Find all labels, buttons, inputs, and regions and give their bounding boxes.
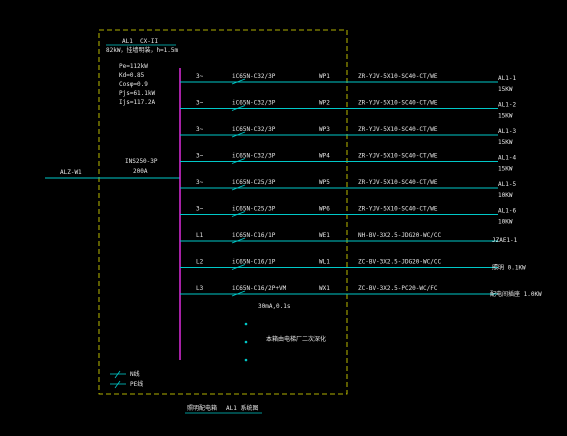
- circuit-power: 15KW: [498, 166, 513, 173]
- circuit-row: [180, 211, 498, 217]
- param-ijs: Ijs=117.2A: [119, 99, 156, 106]
- spare-dot: [244, 322, 248, 326]
- circuit-id: WP2: [319, 100, 330, 107]
- legend: N线 PE线: [110, 370, 143, 389]
- circuit-cable: ZC-BV-3X2.5-PC20-WC/FC: [358, 285, 438, 292]
- circuit-id: WP6: [319, 206, 330, 213]
- circuit-row: [180, 131, 498, 138]
- legend-pe-label: PE线: [130, 380, 143, 388]
- circuit-load: AL1-2: [498, 102, 516, 109]
- footer-left: 照明配电箱: [187, 404, 217, 412]
- circuit-breaker: iC65N-C16/1P: [232, 232, 276, 239]
- circuit-rcd: 30mA,0.1s: [258, 303, 291, 310]
- circuit-cable: ZR-YJV-5X10-SC40-CT/WE: [358, 73, 438, 80]
- circuit-row: [180, 78, 498, 85]
- circuit-phase: L1: [196, 232, 204, 239]
- circuit-id: WP1: [319, 73, 330, 80]
- circuit-row: [180, 105, 498, 111]
- param-cos: Cosφ=0.9: [119, 81, 148, 88]
- circuit-cable: ZC-BV-3X2.5-JDG20-WC/CC: [358, 259, 441, 266]
- main-breaker-model: INS250-3P: [125, 158, 158, 165]
- circuit-id: WP4: [319, 153, 330, 160]
- circuit-load: AL1-3: [498, 128, 516, 135]
- circuit-load: JZAE1-1: [492, 237, 518, 244]
- circuit-load: AL1-1: [498, 75, 516, 82]
- diagram-canvas: AL1 CX-II 82kW，挂墙明装，h=1.5m Pe=112kW Kd=0…: [45, 29, 542, 414]
- circuit-breaker: iC65N-C16/2P+VM: [232, 285, 287, 292]
- circuit-power: 10KW: [498, 219, 513, 226]
- circuit-breaker: iC65N-C32/3P: [232, 73, 276, 80]
- circuit-load: 照明 0.1KW: [492, 265, 526, 272]
- circuit-power: 15KW: [498, 139, 513, 146]
- legend-n-tick: [114, 370, 121, 379]
- circuit-load: AL1-5: [498, 181, 516, 188]
- circuit-phase: 3~: [196, 206, 204, 213]
- circuit-phase: 3~: [196, 100, 204, 107]
- param-pe: Pe=112kW: [119, 63, 148, 70]
- circuit-breaker: iC65N-C32/3P: [232, 126, 276, 133]
- circuit-id: WP3: [319, 126, 330, 133]
- circuit-cable: ZR-YJV-5X10-SC40-CT/WE: [358, 153, 438, 160]
- param-pjs: Pjs=61.1kW: [119, 90, 156, 97]
- circuit-cable: ZR-YJV-5X10-SC40-CT/WE: [358, 206, 438, 213]
- circuit-row: [180, 264, 498, 270]
- circuit-phase: L2: [196, 259, 204, 266]
- spare-dot: [244, 358, 248, 362]
- incoming-cable-label: ALZ-W1: [60, 169, 82, 176]
- circuit-phase: L3: [196, 285, 204, 292]
- panel-title-left: AL1: [122, 38, 133, 45]
- circuit-phase: 3~: [196, 126, 204, 133]
- circuit-phase: 3~: [196, 153, 204, 160]
- circuit-id: WL1: [319, 259, 330, 266]
- circuit-cable: NH-BV-3X2.5-JDG20-WC/CC: [358, 232, 441, 239]
- circuit-phase: 3~: [196, 179, 204, 186]
- panel-subtitle: 82kW，挂墙明装，h=1.5m: [106, 46, 179, 54]
- panel-title-right: CX-II: [140, 38, 158, 45]
- circuit-breaker: iC65N-C25/3P: [232, 179, 276, 186]
- spare-dot: [244, 340, 248, 344]
- footer-right: AL1 系统图: [226, 404, 258, 412]
- legend-pe-tick: [114, 380, 121, 389]
- circuit-load: AL1-6: [498, 208, 516, 215]
- circuit-power: 10KW: [498, 192, 513, 199]
- circuit-id: WX1: [319, 285, 330, 292]
- circuit-power: 15KW: [498, 113, 513, 120]
- load-params: Pe=112kW Kd=0.85 Cosφ=0.9 Pjs=61.1kW Ijs…: [119, 63, 156, 106]
- circuit-breaker: iC65N-C32/3P: [232, 100, 276, 107]
- circuit-id: WE1: [319, 232, 330, 239]
- circuit-row: [180, 237, 498, 244]
- note-text: 本箱由电梯厂二次深化: [266, 335, 326, 343]
- circuit-cable: ZR-YJV-5X10-SC40-CT/WE: [358, 126, 438, 133]
- circuit-cable: ZR-YJV-5X10-SC40-CT/WE: [358, 179, 438, 186]
- circuit-cable: ZR-YJV-5X10-SC40-CT/WE: [358, 100, 438, 107]
- outgoing-circuits: 3~ iC65N-C32/3P WP1 ZR-YJV-5X10-SC40-CT/WE A…: [180, 73, 542, 310]
- circuit-load: 配电间插座 1.0KW: [490, 290, 542, 298]
- circuit-row: [180, 290, 498, 297]
- circuit-row: [180, 158, 498, 164]
- param-kd: Kd=0.85: [119, 72, 145, 79]
- circuit-breaker: iC65N-C16/1P: [232, 259, 276, 266]
- circuit-power: 15KW: [498, 86, 513, 93]
- circuit-row: [180, 184, 498, 191]
- legend-n-label: N线: [130, 370, 140, 378]
- circuit-phase: 3~: [196, 73, 204, 80]
- circuit-breaker: iC65N-C25/3P: [232, 206, 276, 213]
- circuit-id: WP5: [319, 179, 330, 186]
- main-breaker-rating: 200A: [133, 168, 148, 175]
- circuit-load: AL1-4: [498, 155, 516, 162]
- circuit-breaker: iC65N-C32/3P: [232, 153, 276, 160]
